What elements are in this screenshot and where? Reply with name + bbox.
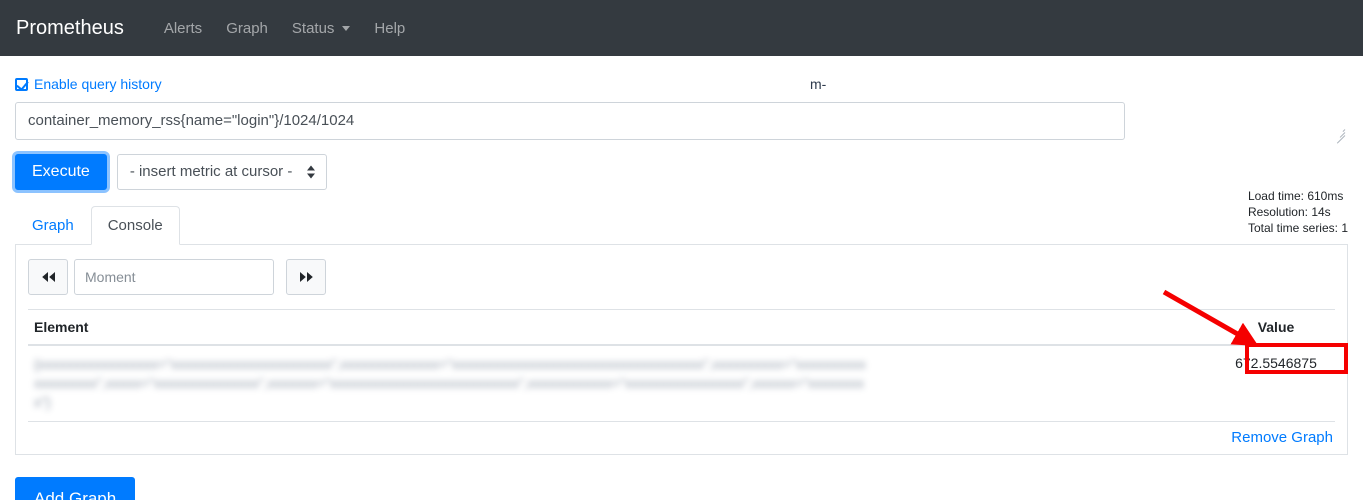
nav-item-alerts-label: Alerts [163, 19, 203, 37]
remove-graph-link[interactable]: Remove Graph [28, 429, 1335, 446]
result-table-head: Element Value [28, 309, 1335, 346]
add-graph-button[interactable]: Add Graph [15, 477, 136, 500]
tab-console[interactable]: Console [90, 206, 180, 245]
add-graph-wrap: Add Graph [15, 477, 1348, 500]
result-table: Element Value {xxxxxxxxxxxxxxxxx="xxxxxx… [28, 76, 1335, 422]
column-header-element: Element [28, 309, 1217, 346]
checkbox-checked-icon[interactable] [15, 77, 28, 91]
main-container: Enable query history Load time: 610ms Re… [0, 76, 1363, 500]
table-header-row: Element Value [28, 309, 1335, 346]
enable-query-history-label: Enable query history [34, 76, 162, 92]
cell-value: 672.5546875 [1217, 345, 1335, 422]
tab-graph[interactable]: Graph [15, 206, 91, 245]
stat-load-time: Load time: 610ms [1247, 189, 1344, 203]
nav-links: Alerts Graph Status Help [152, 12, 417, 45]
nav-item-status[interactable]: Status [280, 12, 363, 45]
nav-item-status-label: Status [291, 19, 335, 37]
nav-item-alerts[interactable]: Alerts [152, 12, 214, 45]
brand-logo[interactable]: Prometheus [16, 17, 124, 40]
nav-item-help[interactable]: Help [362, 12, 417, 45]
moment-bar [28, 259, 1335, 295]
textarea-resize-handle-icon[interactable] [1333, 125, 1346, 144]
element-label-redacted: {xxxxxxxxxxxxxxxxx="xxxxxxxxxxxxxxxxxxxx… [34, 356, 866, 410]
column-header-value: Value [1217, 309, 1335, 346]
insert-metric-select-value: - insert metric at cursor - [129, 163, 293, 180]
console-panel: Element Value {xxxxxxxxxxxxxxxxx="xxxxxx… [15, 76, 1348, 455]
table-row: {xxxxxxxxxxxxxxxxx="xxxxxxxxxxxxxxxxxxxx… [28, 76, 1335, 422]
query-controls: Execute - insert metric at cursor - [15, 154, 1348, 190]
cell-element: {xxxxxxxxxxxxxxxxx="xxxxxxxxxxxxxxxxxxxx… [28, 76, 1217, 422]
element-label-visible-tail: m- [810, 76, 827, 92]
query-row [15, 102, 1348, 144]
view-tabs: Graph Console [15, 206, 1348, 245]
step-forward-button[interactable] [286, 259, 326, 295]
step-backward-button[interactable] [28, 259, 68, 295]
chevron-down-icon [342, 25, 351, 31]
enable-query-history-toggle[interactable]: Enable query history [15, 76, 162, 92]
insert-metric-select[interactable]: - insert metric at cursor - [116, 154, 328, 190]
select-updown-icon [307, 165, 316, 179]
moment-input[interactable] [74, 259, 274, 295]
execute-button[interactable]: Execute [15, 154, 107, 190]
double-arrow-right-icon [299, 272, 313, 282]
double-arrow-left-icon [41, 272, 55, 282]
nav-item-graph-label: Graph [226, 19, 268, 37]
nav-item-help-label: Help [374, 19, 406, 37]
nav-item-graph[interactable]: Graph [214, 12, 280, 45]
navbar: Prometheus Alerts Graph Status Help [0, 0, 1363, 56]
query-input[interactable] [15, 102, 1125, 140]
result-table-body: {xxxxxxxxxxxxxxxxx="xxxxxxxxxxxxxxxxxxxx… [28, 76, 1335, 422]
